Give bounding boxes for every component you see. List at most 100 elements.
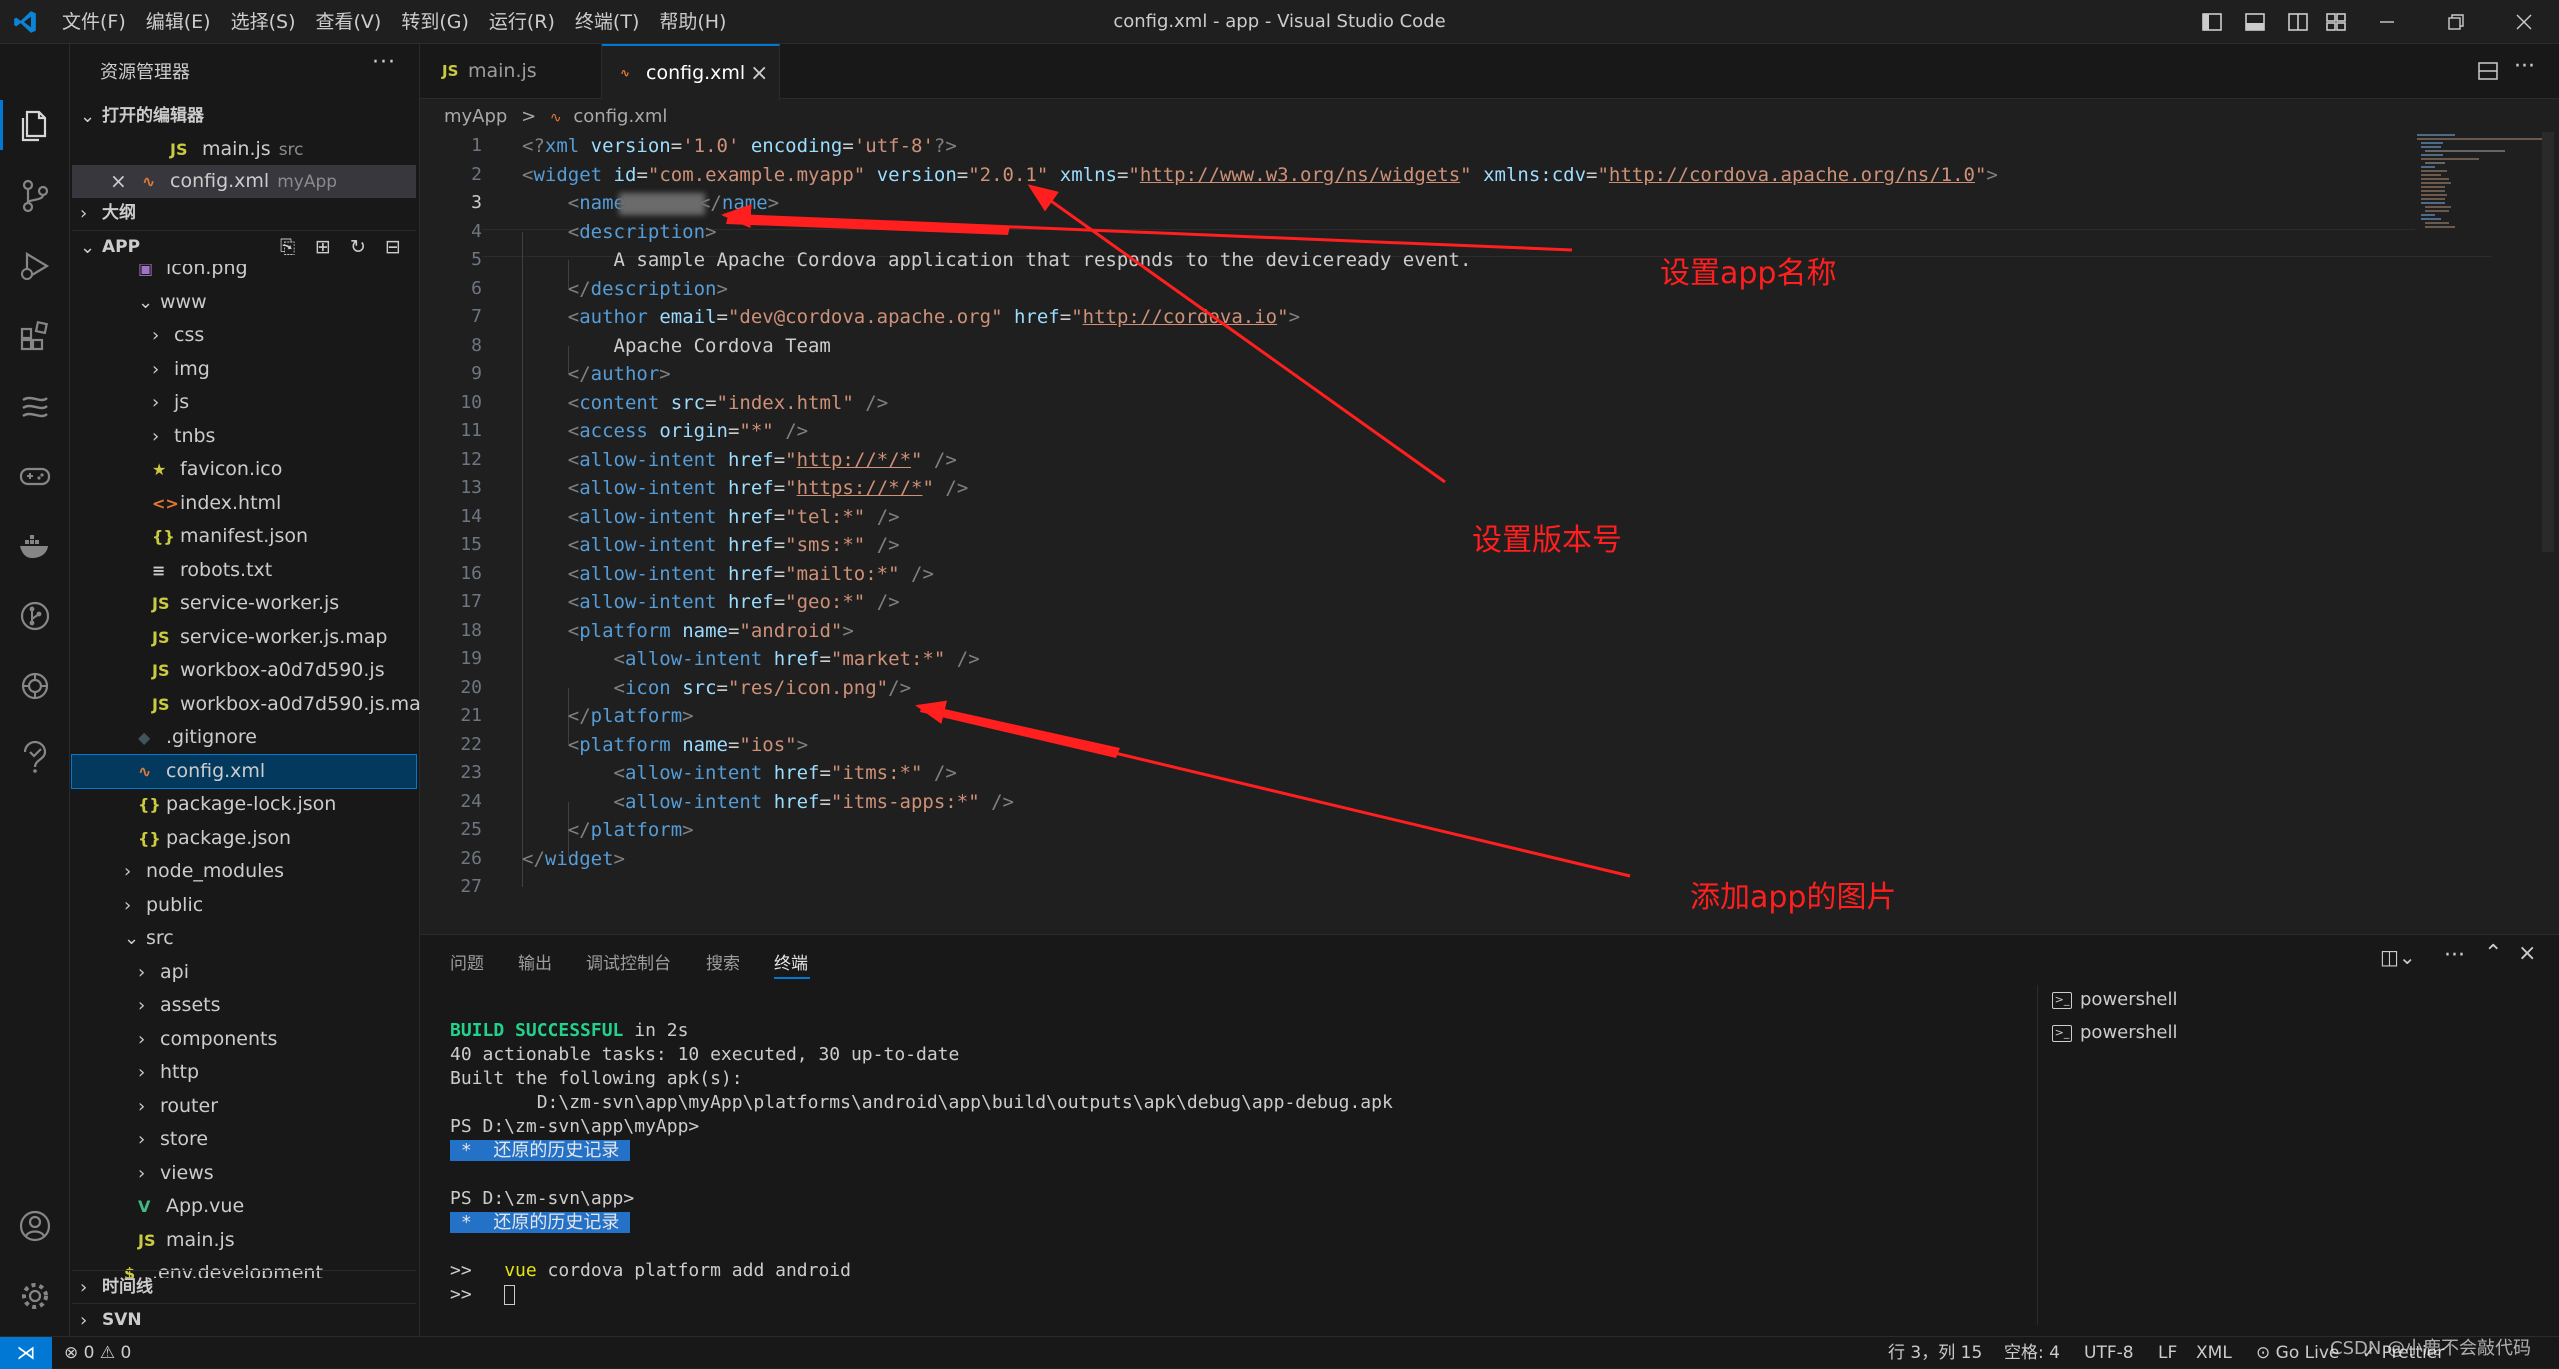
file-item[interactable]: ★ favicon.ico [72, 453, 416, 486]
folder-item[interactable]: › assets [72, 989, 416, 1022]
file-item[interactable]: JS workbox-a0d7d590.js [72, 654, 416, 687]
breadcrumb-root[interactable]: myApp [444, 106, 507, 127]
open-editor-item[interactable]: JS main.js src [72, 133, 416, 166]
folder-item[interactable]: › api [72, 956, 416, 989]
file-item[interactable]: JS service-worker.js.map [72, 621, 416, 654]
folder-item[interactable]: ⌄ src [72, 922, 416, 955]
svn-icon[interactable] [13, 384, 57, 428]
terminal-instance[interactable]: >_ powershell [2052, 985, 2178, 1015]
folder-item[interactable]: › img [72, 353, 416, 386]
split-editor-icon[interactable] [2477, 60, 2499, 82]
file-item[interactable]: ▣ icon.png [72, 264, 416, 285]
file-item[interactable]: <> index.html [72, 487, 416, 520]
problems-indicator[interactable]: ⊗ 0 ⚠ 0 [64, 1337, 131, 1369]
encoding[interactable]: UTF-8 [2084, 1337, 2134, 1369]
source-control-icon[interactable] [13, 174, 57, 218]
section-timeline[interactable]: › 时间线 [72, 1270, 416, 1303]
settings-gear-icon[interactable] [13, 1274, 57, 1318]
panel-tab[interactable]: 搜索 [706, 949, 740, 974]
toggle-primary-sidebar-icon[interactable] [2200, 10, 2224, 34]
file-item[interactable]: ≡ robots.txt [72, 554, 416, 587]
editor-more-actions-icon[interactable]: ··· [2514, 54, 2535, 79]
folder-item[interactable]: › js [72, 386, 416, 419]
account-icon[interactable] [13, 1204, 57, 1248]
new-folder-icon[interactable]: ⊞ [315, 231, 331, 264]
go-live-button[interactable]: ⊙ Go Live [2256, 1337, 2339, 1369]
section-svn[interactable]: › SVN [72, 1303, 416, 1336]
menu-item[interactable]: 文件(F) [52, 0, 136, 44]
file-item[interactable]: V App.vue [72, 1190, 416, 1223]
minimize-icon[interactable] [2375, 10, 2399, 34]
open-editor-item[interactable]: × ∿ config.xml myApp [72, 165, 416, 198]
file-item[interactable]: {} manifest.json [72, 520, 416, 553]
menu-item[interactable]: 转到(G) [391, 0, 479, 44]
cursor-position[interactable]: 行 3，列 15 [1888, 1337, 1982, 1369]
tab-main-js[interactable]: JS main.js [420, 44, 602, 99]
menu-item[interactable]: 终端(T) [565, 0, 649, 44]
folder-item[interactable]: › router [72, 1090, 416, 1123]
folder-item[interactable]: › node_modules [72, 855, 416, 888]
chatgpt-icon[interactable] [13, 664, 57, 708]
file-item[interactable]: ◆ .gitignore [72, 721, 416, 754]
panel-tab[interactable]: 终端 [774, 949, 808, 974]
editor-scrollbar[interactable] [2542, 132, 2554, 552]
file-item[interactable]: {} package-lock.json [72, 788, 416, 821]
folder-item[interactable]: › tnbs [72, 420, 416, 453]
folder-item[interactable]: › components [72, 1023, 416, 1056]
close-window-icon[interactable] [2512, 10, 2536, 34]
folder-item[interactable]: › store [72, 1123, 416, 1156]
menu-item[interactable]: 选择(S) [221, 0, 306, 44]
explorer-icon[interactable] [13, 104, 57, 148]
remote-indicator[interactable]: ⋊ [0, 1337, 52, 1369]
maximize-panel-icon[interactable]: ⌃ [2484, 941, 2502, 966]
menu-item[interactable]: 编辑(E) [136, 0, 221, 44]
section-app[interactable]: ⌄ APP ⎘ ⊞ ↻ ⊟ [72, 230, 416, 263]
section-outline[interactable]: › 大纲 [72, 197, 416, 230]
folder-item[interactable]: › views [72, 1157, 416, 1190]
breadcrumb-file[interactable]: config.xml [573, 106, 667, 127]
folder-item[interactable]: ⌄ www [72, 286, 416, 319]
menu-item[interactable]: 运行(R) [479, 0, 565, 44]
run-debug-icon[interactable] [13, 244, 57, 288]
testing-icon[interactable] [13, 734, 57, 778]
indentation[interactable]: 空格: 4 [2004, 1337, 2060, 1369]
git-graph-icon[interactable] [13, 594, 57, 638]
more-actions-icon[interactable]: ··· [372, 50, 396, 75]
split-terminal-icon[interactable]: ◫⌄ [2380, 945, 2416, 969]
folder-item[interactable]: › css [72, 319, 416, 352]
code-token: widget [544, 847, 614, 870]
extensions-icon[interactable] [13, 314, 57, 358]
file-item[interactable]: JS workbox-a0d7d590.js.map [72, 688, 419, 721]
panel-tab[interactable]: 输出 [518, 949, 552, 974]
panel-tab[interactable]: 问题 [450, 949, 484, 974]
new-file-icon[interactable]: ⎘ [280, 231, 295, 264]
tab-close-icon[interactable]: × [750, 46, 768, 101]
close-panel-icon[interactable]: × [2518, 941, 2536, 966]
menu-item[interactable]: 查看(V) [306, 0, 392, 44]
menu-item[interactable]: 帮助(H) [649, 0, 736, 44]
file-item[interactable]: JS service-worker.js [72, 587, 416, 620]
terminal-instance[interactable]: >_ powershell [2052, 1018, 2178, 1048]
folder-item[interactable]: › public [72, 889, 416, 922]
folder-item[interactable]: › http [72, 1056, 416, 1089]
file-item[interactable]: ∿ config.xml [71, 753, 417, 789]
toggle-panel-icon[interactable] [2243, 10, 2267, 34]
file-item[interactable]: {} package.json [72, 822, 416, 855]
customize-layout-icon[interactable] [2324, 10, 2348, 34]
line-ending[interactable]: LF [2158, 1337, 2177, 1369]
collapse-all-icon[interactable]: ⊟ [385, 231, 401, 264]
file-item[interactable]: JS main.js [72, 1224, 416, 1257]
panel-more-actions-icon[interactable]: ··· [2444, 943, 2465, 968]
gamepad-icon[interactable] [13, 454, 57, 498]
toggle-secondary-sidebar-icon[interactable] [2286, 10, 2310, 34]
panel-tab[interactable]: 调试控制台 [586, 949, 671, 974]
close-editor-icon[interactable]: × [110, 165, 127, 198]
restore-icon[interactable] [2444, 10, 2468, 34]
minimap[interactable] [2415, 132, 2545, 232]
code-token: platform [590, 819, 683, 841]
refresh-icon[interactable]: ↻ [350, 231, 366, 264]
language-mode[interactable]: XML [2196, 1337, 2232, 1369]
tab-config-xml[interactable]: ∿ config.xml × [602, 44, 780, 100]
section-open-editors[interactable]: ⌄ 打开的编辑器 [72, 100, 416, 133]
docker-icon[interactable] [13, 524, 57, 568]
